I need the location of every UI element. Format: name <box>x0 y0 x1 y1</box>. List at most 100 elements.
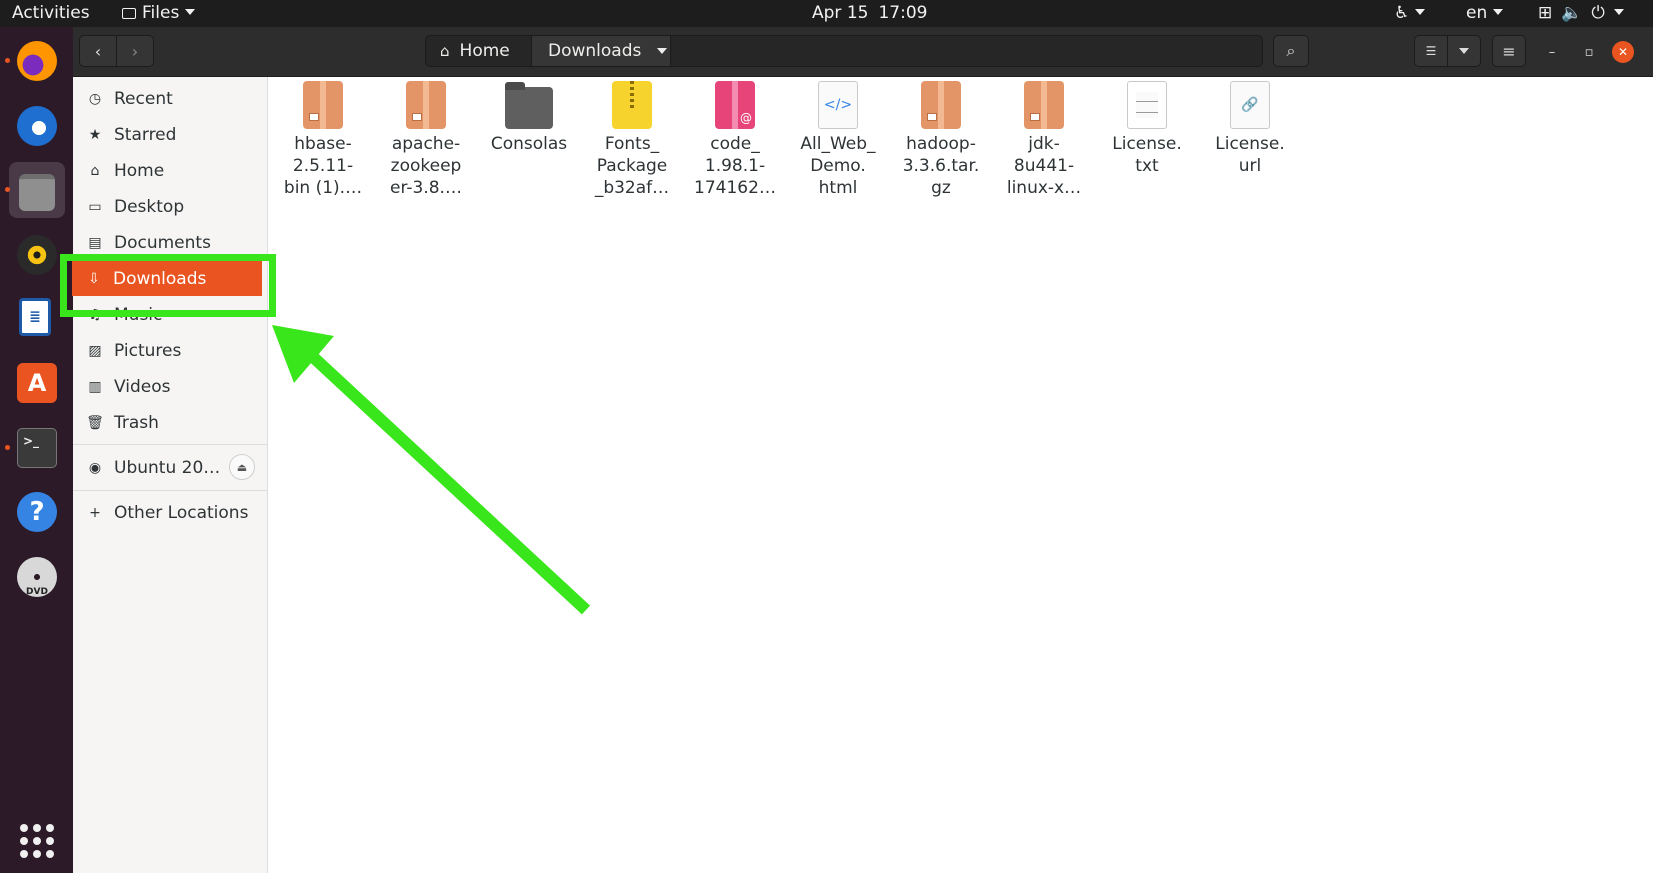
dock-firefox[interactable] <box>5 33 65 89</box>
path-home-button[interactable]: ⌂ Home <box>426 36 531 66</box>
sidebar-item-label: Recent <box>114 88 173 109</box>
sidebar-item-starred[interactable]: ★ Starred <box>73 117 267 152</box>
sidebar-item-videos[interactable]: ▥ Videos <box>73 369 267 404</box>
file-view[interactable]: hbase- 2.5.11- bin (1).… apache-zookeep er-… <box>268 77 1653 873</box>
list-view-icon: ☰ <box>1425 44 1437 58</box>
system-menu[interactable]: ⊞ 🔈 ⏻ <box>1538 3 1633 24</box>
sidebar-item-music[interactable]: ♫ Music <box>73 297 267 332</box>
sidebar-divider <box>73 444 267 445</box>
dock-rhythmbox[interactable] <box>9 227 65 283</box>
link-file-icon: 🔗 <box>1230 81 1270 129</box>
sidebar-item-documents[interactable]: ▤ Documents <box>73 225 267 260</box>
sidebar-item-recent[interactable]: ◷ Recent <box>73 81 267 116</box>
search-button[interactable]: ⌕ <box>1273 35 1309 67</box>
music-icon: ♫ <box>88 306 102 323</box>
sidebar-item-device[interactable]: ◉ Ubuntu 20… ⏏ <box>73 450 267 485</box>
activities-button[interactable]: Activities <box>12 3 90 24</box>
sidebar-item-desktop[interactable]: ▭ Desktop <box>73 189 267 224</box>
folder-item[interactable]: Consolas <box>482 81 576 155</box>
minimize-button[interactable]: – <box>1541 41 1563 63</box>
folder-icon <box>122 8 136 19</box>
file-item[interactable]: code_1.98.1-174162… <box>688 81 782 199</box>
firefox-icon <box>17 41 57 81</box>
close-button[interactable]: ✕ <box>1612 41 1634 63</box>
eject-button[interactable]: ⏏ <box>229 454 255 480</box>
sidebar-item-label: Starred <box>114 124 177 145</box>
sidebar-item-other-locations[interactable]: + Other Locations <box>73 495 267 530</box>
home-icon: ⌂ <box>440 42 450 60</box>
dock-help[interactable]: ? <box>9 484 65 540</box>
videos-icon: ▥ <box>88 378 102 395</box>
search-icon: ⌕ <box>1286 41 1296 60</box>
file-name: hbase- 2.5.11- bin (1).… <box>283 134 363 198</box>
file-item[interactable]: hadoop- 3.3.6.tar. gz <box>894 81 988 199</box>
folder-icon <box>505 82 553 129</box>
pictures-icon: ▨ <box>88 342 102 359</box>
back-button[interactable]: ‹ <box>79 35 117 67</box>
path-current-button[interactable]: Downloads <box>531 36 671 66</box>
sidebar-item-label: Documents <box>114 232 211 253</box>
close-icon: ✕ <box>1617 45 1629 59</box>
dock-software[interactable]: A <box>9 355 65 411</box>
sidebar-item-home[interactable]: ⌂ Home <box>73 153 267 188</box>
home-icon: ⌂ <box>90 162 100 179</box>
dvd-icon: DVD <box>17 557 57 597</box>
chevron-down-icon <box>1415 9 1426 15</box>
chevron-down-icon <box>1459 48 1469 54</box>
view-options-button[interactable] <box>1447 35 1481 67</box>
dock-dvd[interactable]: DVD <box>9 549 65 605</box>
sidebar-item-label: Desktop <box>114 196 185 217</box>
file-item[interactable]: 🔗 License. url <box>1203 81 1297 177</box>
show-applications-button[interactable] <box>20 824 54 858</box>
dock-writer[interactable]: ≣ <box>9 291 65 347</box>
language-menu[interactable]: en <box>1466 3 1504 24</box>
thunderbird-icon <box>17 106 57 146</box>
header-bar: ‹ › ⌂ Home Downloads ⌕ ☰ ≡ – ▫ ✕ <box>73 27 1653 77</box>
path-current-label: Downloads <box>548 41 642 61</box>
dock-terminal[interactable]: >_ <box>5 420 65 476</box>
date-label: Apr 15 <box>812 3 869 23</box>
clock[interactable]: Apr 15 17:09 <box>812 3 927 24</box>
rhythmbox-icon <box>17 235 57 275</box>
dock-thunderbird[interactable] <box>9 98 65 154</box>
volume-icon: 🔈 <box>1561 3 1583 23</box>
html-file-icon: </> <box>818 81 858 129</box>
file-name: All_Web_ Demo. html <box>800 134 876 198</box>
running-indicator <box>5 58 10 63</box>
sidebar-item-trash[interactable]: 🗑 Trash <box>73 405 267 440</box>
file-item[interactable]: License. txt <box>1100 81 1194 177</box>
time-label: 17:09 <box>878 3 928 23</box>
ubuntu-software-icon: A <box>17 363 57 403</box>
file-item[interactable]: Fonts_ Package _b32af… <box>585 81 679 199</box>
running-indicator <box>5 187 10 192</box>
trash-icon: 🗑 <box>86 414 104 431</box>
maximize-icon: ▫ <box>1584 44 1594 60</box>
view-toggle-button[interactable]: ☰ <box>1414 35 1448 67</box>
sidebar-item-label: Ubuntu 20… <box>114 457 221 478</box>
hamburger-icon: ≡ <box>1502 41 1516 61</box>
sidebar-item-label: Music <box>114 304 163 325</box>
file-name: apache-zookeep er-3.8.… <box>390 134 462 198</box>
download-icon: ⇩ <box>88 270 100 287</box>
accessibility-menu[interactable]: ♿ <box>1394 3 1426 24</box>
file-item[interactable]: </> All_Web_ Demo. html <box>791 81 885 199</box>
main-menu-button[interactable]: ≡ <box>1492 35 1526 67</box>
chevron-right-icon: › <box>131 41 139 61</box>
sidebar-item-downloads[interactable]: ⇩ Downloads <box>72 261 262 296</box>
archive-icon <box>921 81 961 129</box>
file-item[interactable]: jdk- 8u441- linux-x… <box>997 81 1091 199</box>
file-item[interactable]: apache-zookeep er-3.8.… <box>379 81 473 199</box>
language-label: en <box>1466 3 1488 23</box>
app-menu-button[interactable]: Files <box>122 3 196 24</box>
sidebar-item-label: Home <box>114 160 165 181</box>
sidebar-divider <box>73 490 267 491</box>
file-item[interactable]: hbase- 2.5.11- bin (1).… <box>276 81 370 199</box>
forward-button[interactable]: › <box>116 35 154 67</box>
archive-icon <box>1024 81 1064 129</box>
maximize-button[interactable]: ▫ <box>1578 41 1600 63</box>
running-indicator <box>5 445 10 450</box>
sidebar-item-pictures[interactable]: ▨ Pictures <box>73 333 267 368</box>
dock-files[interactable] <box>5 162 65 218</box>
terminal-icon: >_ <box>17 428 57 468</box>
libreoffice-writer-icon: ≣ <box>19 298 51 336</box>
